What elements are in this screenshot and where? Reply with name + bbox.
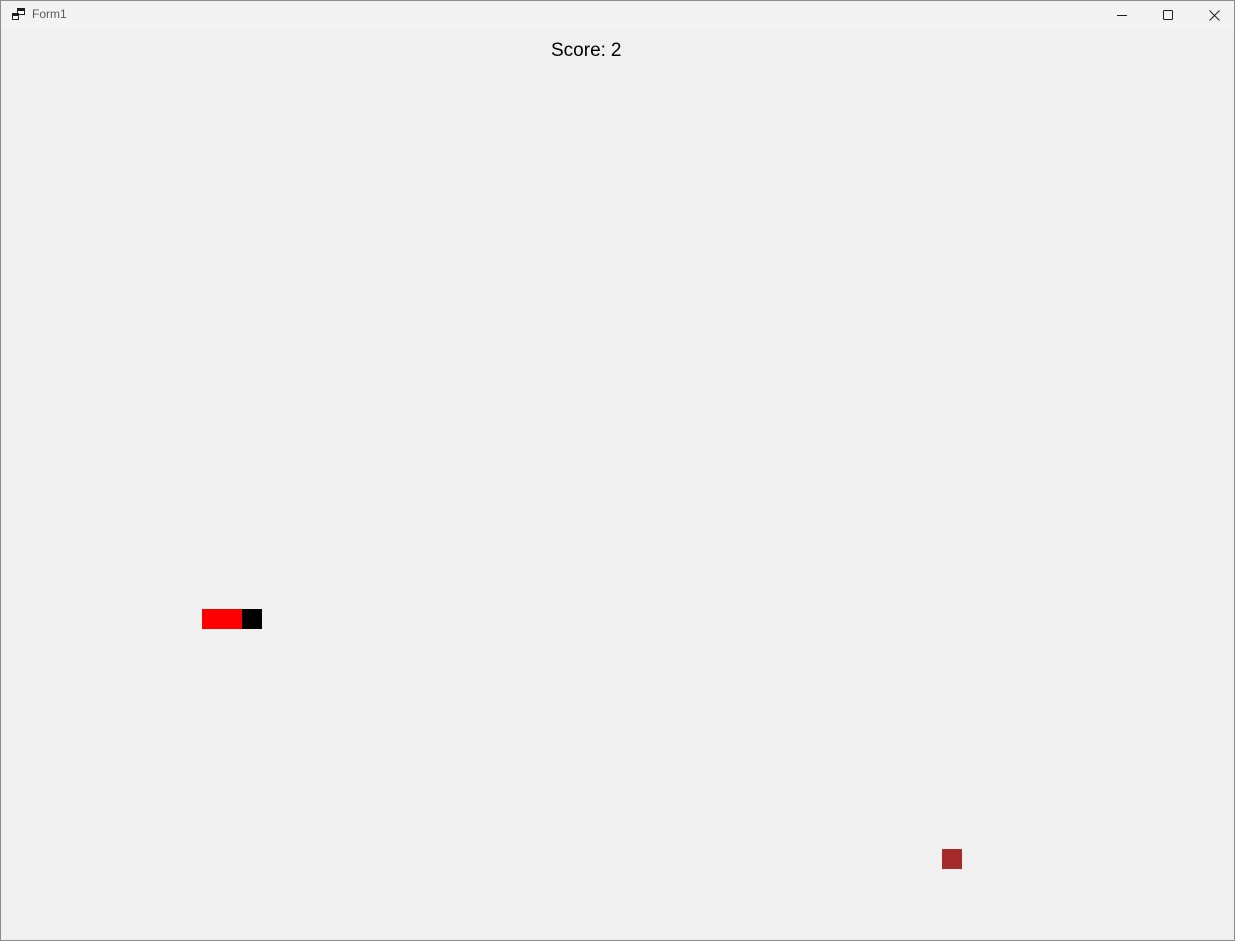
score-value: 2 [610, 40, 622, 61]
snake-head [242, 609, 262, 629]
game-window: Form1 Score: 2 [0, 0, 1235, 941]
title-bar[interactable]: Form1 [1, 1, 1234, 29]
minimize-button[interactable] [1099, 1, 1145, 29]
food [942, 849, 962, 869]
score-label: Score: 2 [551, 40, 622, 62]
maximize-button[interactable] [1145, 1, 1191, 29]
snake-body-segment [222, 609, 242, 629]
maximize-icon [1163, 10, 1173, 20]
close-icon [1208, 9, 1220, 21]
snake-body-segment [202, 609, 222, 629]
minimize-icon [1117, 15, 1127, 16]
game-canvas[interactable]: Score: 2 [1, 29, 1234, 940]
score-label-text: Score: [551, 40, 606, 61]
window-title: Form1 [32, 7, 67, 21]
winforms-app-icon [12, 8, 25, 20]
close-button[interactable] [1191, 1, 1234, 29]
